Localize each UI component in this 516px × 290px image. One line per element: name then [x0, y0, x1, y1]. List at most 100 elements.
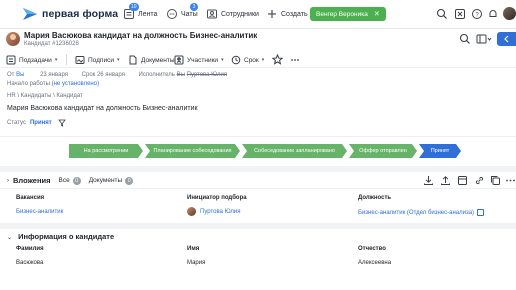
executor-value[interactable]: Вы: [177, 72, 185, 78]
logo-icon: [23, 8, 37, 20]
position-text[interactable]: Бизнес-аналитик (Отдел бизнес-анализа): [358, 210, 474, 216]
top-bar: первая форма 10 Лента 3 Чаты Сотрудники …: [0, 0, 516, 29]
feed-badge: 10: [129, 3, 139, 11]
settings-icon[interactable]: [454, 8, 466, 20]
candidate-info-header[interactable]: ⌄ Информация о кандидате: [7, 232, 114, 241]
tab-documents-label: Документы: [88, 177, 123, 184]
chats-badge: 3: [190, 3, 198, 11]
created-date: 23 января: [40, 72, 68, 78]
nav-chats[interactable]: 3 Чаты: [166, 3, 198, 20]
expand-panel-button[interactable]: [497, 32, 516, 46]
breadcrumb-text[interactable]: HR \ Кандидаты \ Кандидат: [7, 93, 83, 99]
plus-icon: [266, 8, 278, 20]
upload-icon[interactable]: [440, 175, 451, 186]
signatures-button[interactable]: Подписи ▾: [75, 55, 119, 65]
chevron-down-icon: ▾: [261, 57, 265, 63]
task-description: Мария Васюкова кандидат на должность Биз…: [7, 105, 198, 112]
nav-employees[interactable]: Сотрудники: [206, 8, 259, 20]
nav-employees-label: Сотрудники: [221, 10, 259, 18]
chevron-left-icon: [504, 35, 509, 43]
section-divider: [0, 188, 516, 189]
participants-icon: [174, 55, 184, 65]
tab-all[interactable]: Все 0: [58, 176, 81, 185]
stage-offer-sent[interactable]: Оффер отправлен: [349, 144, 417, 158]
nav-chats-label: Чаты: [181, 10, 198, 18]
copy-icon[interactable]: [490, 175, 501, 186]
participants-label: Участники: [187, 56, 219, 64]
close-icon[interactable]: ✕: [374, 10, 380, 18]
documents-button[interactable]: Документы ▾: [128, 55, 180, 65]
stage-label: Планирование собеседования: [153, 148, 232, 154]
stage-interview-planning[interactable]: Планирование собеседования: [145, 144, 240, 158]
search-icon[interactable]: [459, 33, 471, 45]
start-row: Начало работы (не установлено): [7, 81, 99, 87]
user-avatar[interactable]: [503, 7, 516, 20]
stage-interview-scheduled[interactable]: Собеседование запланировано: [242, 144, 347, 158]
avatar: [187, 207, 196, 216]
task-subtitle: Кандидат #1236028: [24, 41, 79, 47]
people-icon: [206, 8, 218, 20]
view-mode-icon[interactable]: [476, 33, 492, 45]
stage-pipeline: На рассмотрении Планирование собеседован…: [0, 136, 516, 166]
tab-documents-count: 0: [125, 176, 134, 185]
participants-button[interactable]: Участники ▾: [174, 55, 224, 65]
lastname-header: Фамилия: [16, 246, 44, 252]
vacancy-value[interactable]: Бизнес-аналитик: [16, 209, 63, 215]
executor-previous: Пуртова Юлия: [186, 72, 228, 78]
deadline-button[interactable]: Срок ▾: [231, 55, 264, 65]
candidate-info-title: Информация о кандидате: [18, 232, 115, 241]
tab-all-label: Все: [58, 177, 70, 184]
attachments-section: › Вложения Все 0 Документы 0 Вакансия Ин…: [0, 166, 516, 223]
middlename-header: Отчество: [358, 246, 386, 252]
initiator-value[interactable]: Пуртова Юлия: [187, 207, 241, 216]
create-button[interactable]: Создать: [266, 8, 308, 20]
from-value[interactable]: Вы: [16, 72, 24, 78]
brand-logo[interactable]: первая форма: [22, 6, 118, 22]
open-record-icon[interactable]: [477, 209, 485, 216]
page-title: Мария Васюкова кандидат на должность Биз…: [24, 31, 258, 40]
initiator-header: Инициатор подбора: [187, 195, 247, 201]
notifications-icon[interactable]: [487, 8, 499, 20]
chevron-right-icon[interactable]: ›: [7, 178, 9, 184]
nav-feed-label: Лента: [138, 10, 158, 18]
chevron-down-icon[interactable]: ⌄: [7, 235, 12, 241]
search-icon[interactable]: [436, 8, 448, 20]
lastname-value: Васюкова: [16, 260, 44, 266]
initiator-name[interactable]: Пуртова Юлия: [200, 209, 241, 215]
nav-feed[interactable]: 10 Лента: [123, 3, 158, 20]
current-user-chip[interactable]: Венгер Вероника ✕: [310, 7, 386, 21]
subtasks-icon: [6, 55, 16, 65]
help-icon[interactable]: ?: [471, 8, 483, 20]
task-toolbar: Подзадачи ▾ Подписи ▾ Документы ▾ Участн…: [0, 51, 516, 68]
attachments-title: Вложения: [13, 176, 51, 185]
more-icon[interactable]: [505, 175, 516, 186]
brand-name: первая форма: [42, 8, 119, 20]
stage-label: Принят: [430, 148, 450, 154]
breadcrumb[interactable]: HR \ Кандидаты \ Кандидат: [7, 93, 83, 99]
chevron-down-icon: ▾: [221, 57, 224, 63]
chevron-down-icon: ▾: [116, 57, 120, 63]
template-icon[interactable]: [457, 175, 468, 186]
tab-documents[interactable]: Документы 0: [88, 176, 134, 185]
deadline-value: 26 января: [96, 72, 125, 78]
deadline-label: Срок: [244, 56, 259, 64]
status-badge[interactable]: Принят: [30, 120, 52, 126]
tab-all-count: 0: [72, 176, 81, 185]
link-icon[interactable]: [474, 175, 485, 186]
stage-label: На рассмотрении: [83, 148, 129, 154]
start-value[interactable]: (не установлено): [52, 81, 99, 87]
create-label: Создать: [281, 10, 308, 18]
deadline-label: Срок: [81, 72, 96, 78]
position-value[interactable]: Бизнес-аналитик (Отдел бизнес-анализа): [358, 209, 485, 216]
download-icon[interactable]: [423, 175, 434, 186]
more-icon[interactable]: [290, 55, 300, 65]
clock-icon: [231, 55, 241, 65]
stage-list: На рассмотрении Планирование собеседован…: [69, 144, 463, 158]
filter-icon[interactable]: [57, 119, 66, 127]
star-icon[interactable]: [272, 54, 283, 65]
stage-accepted[interactable]: Принят: [419, 144, 461, 158]
position-header: Должность: [358, 195, 392, 201]
subtasks-button[interactable]: Подзадачи ▾: [6, 55, 57, 65]
stage-on-review[interactable]: На рассмотрении: [69, 144, 143, 158]
candidate-info-section: ⌄ Информация о кандидате Фамилия Имя Отч…: [0, 229, 516, 290]
